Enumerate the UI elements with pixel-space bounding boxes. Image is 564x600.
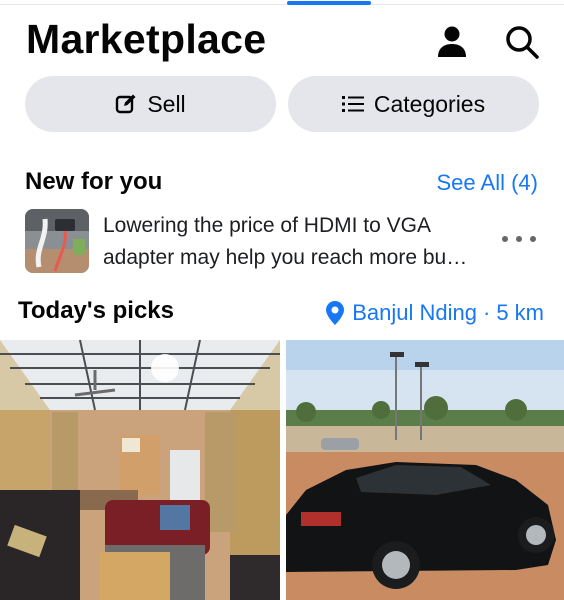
new-for-you-title: New for you xyxy=(25,168,163,195)
location-filter[interactable]: Banjul Nding · 5 km xyxy=(326,300,544,326)
active-tab-indicator xyxy=(287,1,371,5)
notification-item[interactable]: Lowering the price of HDMI to VGA adapte… xyxy=(25,208,540,274)
search-icon[interactable] xyxy=(504,24,540,60)
list-icon xyxy=(341,96,364,112)
marketplace-header: Marketplace xyxy=(26,14,542,68)
more-icon[interactable] xyxy=(502,230,536,248)
sell-button[interactable]: Sell xyxy=(25,76,276,132)
location-pin-icon xyxy=(326,301,345,325)
notification-line-1: Lowering the price of HDMI to VGA xyxy=(103,214,431,237)
location-separator: · xyxy=(482,300,491,325)
top-tab-indicator xyxy=(0,0,564,6)
notification-thumbnail xyxy=(25,209,89,273)
sell-label: Sell xyxy=(147,90,186,117)
todays-picks-title: Today's picks xyxy=(18,297,174,324)
notification-text: Lowering the price of HDMI to VGA adapte… xyxy=(103,210,488,274)
categories-button[interactable]: Categories xyxy=(288,76,539,132)
listing-tile-car[interactable] xyxy=(286,340,564,600)
page-title: Marketplace xyxy=(26,16,267,62)
location-distance: 5 km xyxy=(496,300,544,325)
top-divider xyxy=(0,4,564,5)
listing-tile-living-room[interactable] xyxy=(0,340,280,600)
see-all-link[interactable]: See All (4) xyxy=(437,170,539,196)
categories-label: Categories xyxy=(373,90,486,117)
location-name: Banjul Nding xyxy=(352,300,477,325)
notification-line-2: adapter may help you reach more bu… xyxy=(103,246,468,269)
listing-photo-car xyxy=(286,340,564,600)
listing-photo-living-room xyxy=(0,340,280,600)
edit-icon xyxy=(116,94,136,114)
profile-icon[interactable] xyxy=(434,24,470,60)
